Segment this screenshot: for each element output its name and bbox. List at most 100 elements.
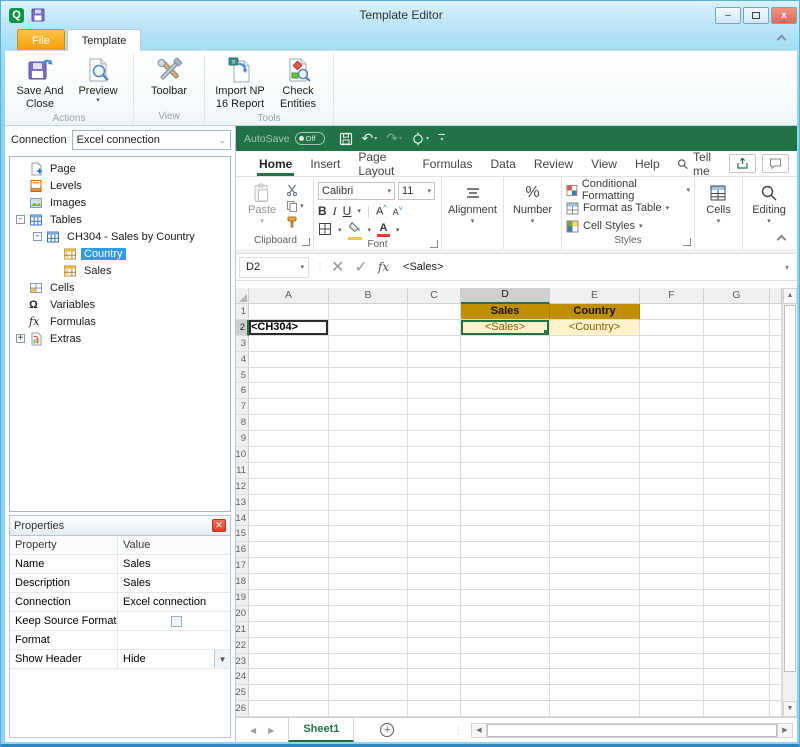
excel-tab-help[interactable]: Help bbox=[626, 151, 669, 176]
cell-b15[interactable] bbox=[329, 526, 408, 542]
cell-c6[interactable] bbox=[408, 383, 461, 399]
tree-item-sales[interactable]: Sales bbox=[10, 262, 230, 279]
toolbar-button[interactable]: Toolbar bbox=[140, 54, 198, 98]
save-and-close-button[interactable]: Save And Close bbox=[11, 54, 69, 111]
excel-tab-formulas[interactable]: Formulas bbox=[413, 151, 481, 176]
save-icon[interactable] bbox=[339, 131, 353, 146]
cell-e16[interactable] bbox=[550, 542, 640, 558]
cell-b14[interactable] bbox=[329, 511, 408, 527]
cell-a13[interactable] bbox=[249, 495, 329, 511]
cell-d22[interactable] bbox=[461, 638, 550, 654]
cell-f21[interactable] bbox=[640, 622, 704, 638]
cell-c2[interactable] bbox=[408, 320, 461, 336]
scroll-down-icon[interactable]: ▼ bbox=[783, 701, 797, 717]
row-header-16[interactable]: 16 bbox=[236, 542, 249, 558]
cell-g3[interactable] bbox=[704, 336, 770, 352]
checkbox-unchecked[interactable] bbox=[171, 616, 182, 627]
formula-input[interactable]: <Sales> bbox=[399, 261, 785, 273]
property-row-show-header[interactable]: Show HeaderHide▼ bbox=[10, 650, 230, 669]
worksheet-grid[interactable]: ABCDEFG1SalesCountry2<CH304><Sales><Coun… bbox=[236, 288, 782, 717]
confirm-entry-icon[interactable]: ✓ bbox=[354, 257, 367, 277]
cell-f16[interactable] bbox=[640, 542, 704, 558]
excel-tab-insert[interactable]: Insert bbox=[301, 151, 349, 176]
cell-e1[interactable]: Country bbox=[550, 304, 640, 320]
borders-button[interactable] bbox=[318, 222, 332, 239]
cell-c9[interactable] bbox=[408, 431, 461, 447]
cell-b16[interactable] bbox=[329, 542, 408, 558]
row-header-13[interactable]: 13 bbox=[236, 495, 249, 511]
cell-e12[interactable] bbox=[550, 479, 640, 495]
tree-item-variables[interactable]: ΩVariables bbox=[10, 296, 230, 313]
cell-f20[interactable] bbox=[640, 606, 704, 622]
cell-a9[interactable] bbox=[249, 431, 329, 447]
cell-e19[interactable] bbox=[550, 590, 640, 606]
row-header-24[interactable]: 24 bbox=[236, 669, 249, 685]
cell-d13[interactable] bbox=[461, 495, 550, 511]
cell-g6[interactable] bbox=[704, 383, 770, 399]
cell-a23[interactable] bbox=[249, 654, 329, 670]
cell-f1[interactable] bbox=[640, 304, 704, 320]
properties-close-icon[interactable]: ✕ bbox=[212, 519, 226, 532]
cell-c13[interactable] bbox=[408, 495, 461, 511]
cell-e18[interactable] bbox=[550, 574, 640, 590]
cell-f7[interactable] bbox=[640, 399, 704, 415]
cell-c7[interactable] bbox=[408, 399, 461, 415]
cell-d25[interactable] bbox=[461, 685, 550, 701]
cell-g25[interactable] bbox=[704, 685, 770, 701]
format-painter-button[interactable] bbox=[286, 215, 304, 228]
cell-b5[interactable] bbox=[329, 368, 408, 384]
new-sheet-button[interactable]: + bbox=[380, 723, 394, 737]
cell-e15[interactable] bbox=[550, 526, 640, 542]
cell-f22[interactable] bbox=[640, 638, 704, 654]
cell-f3[interactable] bbox=[640, 336, 704, 352]
cell-c14[interactable] bbox=[408, 511, 461, 527]
tab-file[interactable]: File bbox=[17, 29, 65, 51]
chevron-down-icon[interactable]: ▼ bbox=[214, 650, 230, 668]
cell-b20[interactable] bbox=[329, 606, 408, 622]
cell-d4[interactable] bbox=[461, 352, 550, 368]
preview-button[interactable]: Preview▾ bbox=[69, 54, 127, 104]
cell-d17[interactable] bbox=[461, 558, 550, 574]
scroll-up-icon[interactable]: ▲ bbox=[783, 288, 797, 304]
cell-f23[interactable] bbox=[640, 654, 704, 670]
excel-tab-view[interactable]: View bbox=[582, 151, 626, 176]
cell-b10[interactable] bbox=[329, 447, 408, 463]
minimize-button[interactable]: – bbox=[715, 7, 741, 24]
bold-button[interactable]: B bbox=[318, 204, 327, 218]
scroll-right-icon[interactable]: ▶ bbox=[777, 724, 792, 737]
cell-a6[interactable] bbox=[249, 383, 329, 399]
row-header-4[interactable]: 4 bbox=[236, 352, 249, 368]
cell-g14[interactable] bbox=[704, 511, 770, 527]
cell-e26[interactable] bbox=[550, 701, 640, 717]
property-row-description[interactable]: DescriptionSales bbox=[10, 574, 230, 593]
import-np-16-report-button[interactable]: xImport NP 16 Report bbox=[211, 54, 269, 111]
cells-button[interactable]: Cells ▾ bbox=[700, 180, 736, 234]
cell-c5[interactable] bbox=[408, 368, 461, 384]
grow-font-button[interactable]: A^ bbox=[376, 205, 387, 218]
cell-d19[interactable] bbox=[461, 590, 550, 606]
property-value[interactable]: Hide▼ bbox=[118, 650, 230, 668]
cell-a20[interactable] bbox=[249, 606, 329, 622]
cell-b1[interactable] bbox=[329, 304, 408, 320]
cell-a3[interactable] bbox=[249, 336, 329, 352]
property-value[interactable] bbox=[118, 612, 230, 630]
row-header-11[interactable]: 11 bbox=[236, 463, 249, 479]
cell-g1[interactable] bbox=[704, 304, 770, 320]
cell-c24[interactable] bbox=[408, 669, 461, 685]
close-button[interactable]: x bbox=[771, 7, 797, 24]
cell-g15[interactable] bbox=[704, 526, 770, 542]
cell-d10[interactable] bbox=[461, 447, 550, 463]
insert-function-button[interactable]: fx bbox=[378, 260, 389, 274]
cell-c3[interactable] bbox=[408, 336, 461, 352]
cell-d2[interactable]: <Sales> bbox=[461, 320, 550, 336]
cell-c1[interactable] bbox=[408, 304, 461, 320]
cell-g16[interactable] bbox=[704, 542, 770, 558]
cell-b13[interactable] bbox=[329, 495, 408, 511]
cell-e3[interactable] bbox=[550, 336, 640, 352]
maximize-button[interactable] bbox=[743, 7, 769, 24]
cell-b6[interactable] bbox=[329, 383, 408, 399]
cell-a10[interactable] bbox=[249, 447, 329, 463]
cell-g9[interactable] bbox=[704, 431, 770, 447]
property-row-connection[interactable]: ConnectionExcel connection bbox=[10, 593, 230, 612]
property-row-name[interactable]: NameSales bbox=[10, 555, 230, 574]
